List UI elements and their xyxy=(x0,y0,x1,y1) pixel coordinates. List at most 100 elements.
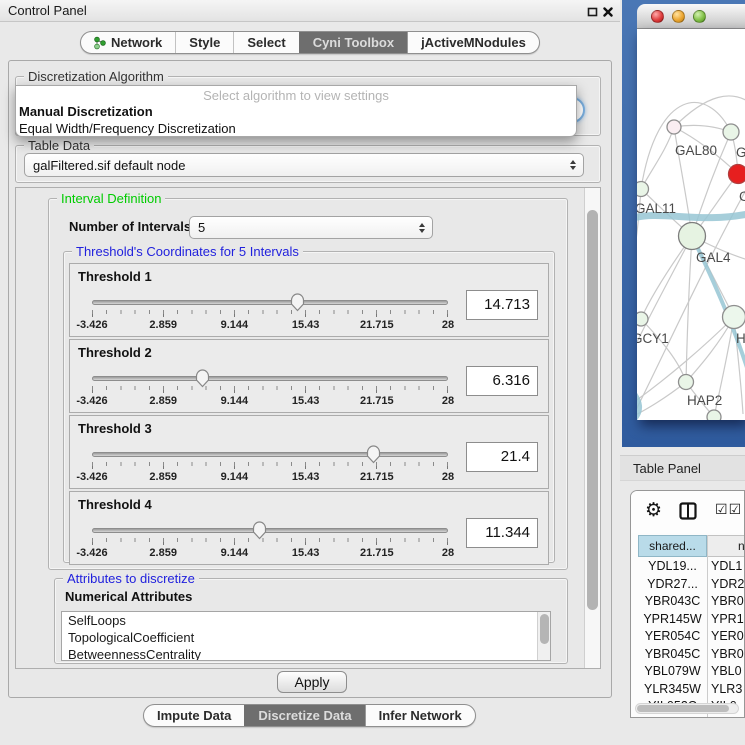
table-row[interactable]: YBR043CYBR0 xyxy=(638,593,744,611)
column-header-name[interactable]: na xyxy=(708,535,745,557)
gear-icon[interactable]: ⚙ xyxy=(645,499,662,521)
threshold-4-panel: Threshold 4 -3.426 2.859 9.144 xyxy=(69,491,549,565)
threshold-4-value-field[interactable]: 11.344 xyxy=(466,518,538,548)
table-row[interactable]: YBL079WYBL0 xyxy=(638,663,744,681)
tick-label: 21.715 xyxy=(360,471,394,483)
control-panel-window: Control Panel Network Style Select Cyni … xyxy=(0,0,620,745)
network-node-gal4[interactable] xyxy=(679,223,706,250)
threshold-1-value-field[interactable]: 14.713 xyxy=(466,290,538,320)
threshold-3-value-field[interactable]: 21.4 xyxy=(466,442,538,472)
network-node-gcy1[interactable] xyxy=(637,312,648,326)
close-icon[interactable] xyxy=(601,5,615,18)
slider-minor-ticks xyxy=(92,462,449,466)
table-data-selected-value: galFiltered.sif default node xyxy=(33,158,185,173)
close-traffic-light-icon[interactable] xyxy=(651,10,664,23)
number-of-intervals-combobox[interactable]: 5 xyxy=(189,216,433,239)
node-label-gal80: GAL80 xyxy=(675,143,717,158)
minimize-traffic-light-icon[interactable] xyxy=(672,10,685,23)
threshold-4-label: Threshold 4 xyxy=(78,497,152,512)
slider-track[interactable] xyxy=(92,376,448,381)
threshold-1-label: Threshold 1 xyxy=(78,269,152,284)
network-node-red-selected[interactable] xyxy=(729,165,745,184)
list-item[interactable]: SelfLoops xyxy=(62,612,550,629)
float-window-icon[interactable] xyxy=(585,5,599,18)
slider-track[interactable] xyxy=(92,528,448,533)
algorithm-popup-item-manual[interactable]: Manual Discretization xyxy=(16,103,576,120)
threshold-1-slider[interactable]: -3.426 2.859 9.144 15.43 21.715 28 xyxy=(92,292,448,336)
scrollbar-thumb[interactable] xyxy=(637,705,729,712)
tab-network-label: Network xyxy=(111,35,162,50)
slider-track[interactable] xyxy=(92,300,448,305)
threshold-4-slider-thumb[interactable] xyxy=(252,521,267,540)
maximize-traffic-light-icon[interactable] xyxy=(693,10,706,23)
tick-label: 2.859 xyxy=(149,471,177,483)
tick-label: 2.859 xyxy=(149,395,177,407)
column-layout-icon[interactable] xyxy=(679,502,697,520)
network-node[interactable] xyxy=(723,306,745,329)
table-row[interactable]: YPR145WYPR1 xyxy=(638,611,744,629)
checkbox-filter-icons[interactable]: ☑☑ xyxy=(715,502,742,518)
attributes-group-title: Attributes to discretize xyxy=(63,571,199,586)
tab-discretize-data[interactable]: Discretize Data xyxy=(244,705,364,726)
network-node-hap2[interactable] xyxy=(679,375,694,390)
tick-label: -3.426 xyxy=(76,471,107,483)
column-header-shared-name[interactable]: shared... xyxy=(638,535,707,557)
table-data-combobox[interactable]: galFiltered.sif default node xyxy=(24,153,584,177)
node-label-gal11: GAL11 xyxy=(637,201,676,216)
tick-label: -3.426 xyxy=(76,395,107,407)
apply-button[interactable]: Apply xyxy=(277,671,347,693)
algorithm-popup-prompt[interactable]: Select algorithm to view settings xyxy=(16,86,576,103)
threshold-2-slider[interactable]: -3.426 2.859 9.144 15.43 21.715 28 xyxy=(92,368,448,412)
node-label-partial: H xyxy=(736,331,745,346)
node-label-gcy1: GCY1 xyxy=(637,331,669,346)
threshold-3-panel: Threshold 3 -3.426 2.859 9.144 xyxy=(69,415,549,489)
list-item[interactable]: BetweennessCentrality xyxy=(62,646,550,661)
table-toolbar: ⚙ ☑☑ xyxy=(631,491,744,533)
network-node-gal11[interactable] xyxy=(637,182,649,197)
scrollbar-thumb[interactable] xyxy=(587,210,598,610)
threshold-3-slider-thumb[interactable] xyxy=(366,445,381,464)
tab-style[interactable]: Style xyxy=(175,32,233,53)
table-row[interactable]: YDL19...YDL1 xyxy=(638,558,744,576)
tick-label: 28 xyxy=(442,395,454,407)
threshold-2-value-field[interactable]: 6.316 xyxy=(466,366,538,396)
network-node[interactable] xyxy=(723,124,739,140)
window-title: Control Panel xyxy=(8,3,87,18)
slider-minor-ticks xyxy=(92,310,449,314)
table-row[interactable]: YER054CYER0 xyxy=(638,628,744,646)
settings-vertical-scrollbar[interactable] xyxy=(584,188,600,668)
list-item[interactable]: TopologicalCoefficient xyxy=(62,629,550,646)
network-node[interactable] xyxy=(707,410,721,420)
slider-track[interactable] xyxy=(92,452,448,457)
combo-spinner-icon xyxy=(570,160,576,170)
network-canvas[interactable]: GAL80 GA C GAL11 GAL4 GCY1 H HAP2 xyxy=(637,29,745,420)
table-row[interactable]: YDR27...YDR2 xyxy=(638,576,744,594)
tab-jactivemnodules[interactable]: jActiveMNodules xyxy=(407,32,539,53)
attributes-list-scrollbar[interactable] xyxy=(537,612,550,660)
network-graph: GAL80 GA C GAL11 GAL4 GCY1 H HAP2 xyxy=(637,29,745,420)
settings-scrollpane: Interval Definition Number of Intervals … xyxy=(15,187,601,669)
table-row[interactable]: YBR045CYBR0 xyxy=(638,646,744,664)
tick-label: 28 xyxy=(442,471,454,483)
tick-label: 28 xyxy=(442,547,454,559)
tab-cyni-toolbox[interactable]: Cyni Toolbox xyxy=(299,32,407,53)
tab-network[interactable]: Network xyxy=(81,32,175,53)
tick-label: 15.43 xyxy=(292,319,320,331)
tab-impute-data[interactable]: Impute Data xyxy=(144,705,244,726)
network-node-gal80[interactable] xyxy=(667,120,681,134)
threshold-1-slider-thumb[interactable] xyxy=(290,293,305,312)
tab-infer-network[interactable]: Infer Network xyxy=(365,705,475,726)
control-panel-tabbar: Network Style Select Cyni Toolbox jActiv… xyxy=(80,31,540,54)
threshold-3-label: Threshold 3 xyxy=(78,421,152,436)
interval-definition-group: Interval Definition Number of Intervals … xyxy=(48,198,568,570)
threshold-2-slider-thumb[interactable] xyxy=(195,369,210,388)
threshold-3-slider[interactable]: -3.426 2.859 9.144 15.43 21.715 28 xyxy=(92,444,448,488)
tick-label: 9.144 xyxy=(221,547,249,559)
algorithm-popup-item-equal-width[interactable]: Equal Width/Frequency Discretization xyxy=(16,120,576,137)
tick-label: 15.43 xyxy=(292,547,320,559)
table-horizontal-scrollbar[interactable] xyxy=(635,703,739,714)
node-label-partial: GA xyxy=(736,145,745,160)
table-row[interactable]: YLR345WYLR3 xyxy=(638,681,744,699)
tab-select[interactable]: Select xyxy=(233,32,298,53)
threshold-4-slider[interactable]: -3.426 2.859 9.144 15.43 21.715 28 xyxy=(92,520,448,564)
